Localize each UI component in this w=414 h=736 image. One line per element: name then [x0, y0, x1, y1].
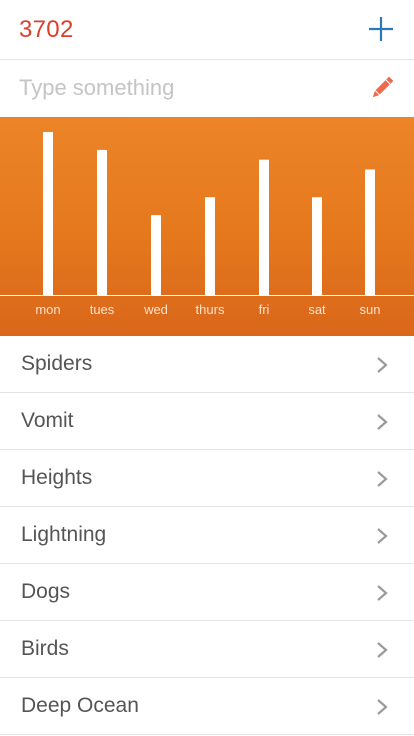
header-bar: 3702	[0, 0, 414, 60]
tick-label: sun	[360, 302, 381, 317]
bar-tues	[97, 149, 107, 295]
list-item[interactable]: Spiders	[0, 336, 414, 393]
add-button[interactable]	[366, 14, 396, 44]
list-item-label: Heights	[21, 466, 93, 489]
list-item[interactable]: Birds	[0, 621, 414, 678]
bar-sat	[312, 197, 322, 295]
chevron-right-icon	[377, 414, 388, 430]
entry-row	[0, 60, 414, 117]
fear-list: Spiders Vomit Heights Lightning Dogs Birds Dee…	[0, 336, 414, 735]
list-item-label: Spiders	[21, 352, 93, 375]
list-item-label: Dogs	[21, 580, 71, 603]
list-item[interactable]: Deep Ocean	[0, 678, 414, 735]
list-item-label: Deep Ocean	[21, 694, 139, 717]
bar-chart: mon tues wed thurs fri sat sun	[0, 132, 414, 317]
list-item[interactable]: Heights	[0, 450, 414, 507]
chevron-right-icon	[377, 357, 388, 373]
bar-thurs	[205, 197, 215, 295]
tick-label: thurs	[196, 302, 225, 317]
plus-icon	[369, 17, 393, 41]
edit-button[interactable]	[368, 74, 396, 102]
pencil-icon	[372, 76, 394, 98]
tick-label: mon	[35, 302, 60, 317]
bar-sun	[365, 169, 375, 295]
bar-wed	[151, 215, 161, 295]
chevron-right-icon	[377, 699, 388, 715]
total-count: 3702	[19, 16, 74, 43]
entry-input[interactable]	[19, 70, 349, 106]
chevron-right-icon	[377, 585, 388, 601]
chevron-right-icon	[377, 642, 388, 658]
tick-label: wed	[143, 302, 168, 317]
list-item[interactable]: Lightning	[0, 507, 414, 564]
list-item[interactable]: Dogs	[0, 564, 414, 621]
list-item[interactable]: Vomit	[0, 393, 414, 450]
bar-mon	[43, 132, 53, 295]
weekly-chart: mon tues wed thurs fri sat sun	[0, 117, 414, 336]
chevron-right-icon	[377, 528, 388, 544]
bar-fri	[259, 159, 269, 295]
tick-label: sat	[308, 302, 326, 317]
list-item-label: Birds	[21, 637, 69, 660]
list-item-label: Lightning	[21, 523, 107, 546]
list-item-label: Vomit	[21, 409, 74, 432]
chevron-right-icon	[377, 471, 388, 487]
tick-label: tues	[90, 302, 115, 317]
tick-label: fri	[259, 302, 270, 317]
